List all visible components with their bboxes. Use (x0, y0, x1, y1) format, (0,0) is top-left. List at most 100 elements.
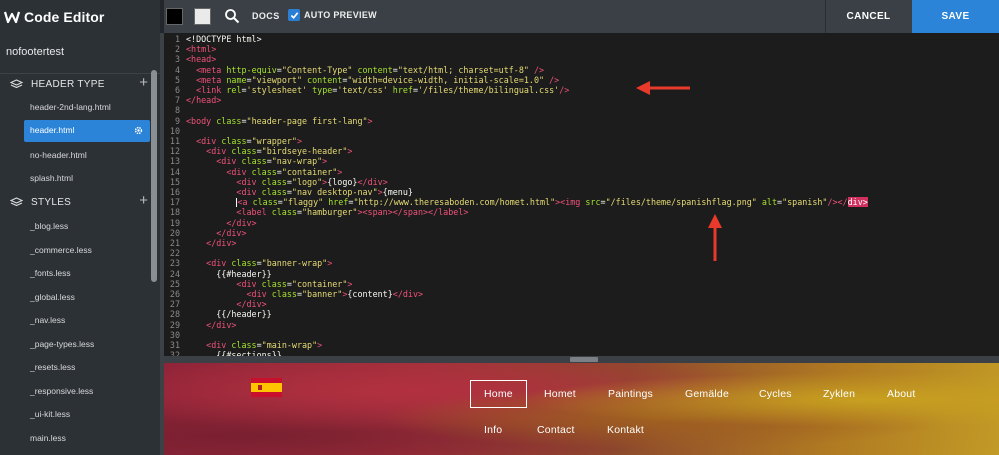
code-editor[interactable]: 1 <!DOCTYPE html> 2 <html> 3 <head> 4 <meta ht… (164, 33, 999, 356)
code-line[interactable]: 10 (164, 126, 868, 136)
file-item[interactable]: _responsive.less (30, 386, 93, 396)
code-line[interactable]: 29 </div> (164, 320, 868, 330)
file-item-active[interactable]: header.html (24, 120, 150, 142)
code-token: class (251, 166, 277, 177)
code-line[interactable]: 31 <div class="main-wrap"> (164, 340, 868, 350)
spanish-flag-icon[interactable] (251, 378, 282, 397)
sidebar-scrollbar[interactable] (151, 70, 157, 282)
file-item[interactable]: _ui-kit.less (30, 409, 70, 419)
file-item[interactable]: _blog.less (30, 221, 68, 231)
nav-gemalde[interactable]: Gemälde (685, 388, 729, 400)
code-line[interactable]: 9 <body class="header-page first-lang"> (164, 116, 868, 126)
file-item[interactable]: _nav.less (30, 315, 65, 325)
code-token: <link (196, 85, 227, 96)
code-token: "container" (291, 278, 348, 289)
code-line[interactable]: 7 </head> (164, 95, 868, 105)
code-line[interactable]: 1 <!DOCTYPE html> (164, 34, 868, 44)
cancel-button[interactable]: CANCEL (825, 0, 911, 33)
add-header-type-icon[interactable]: + (139, 74, 148, 91)
file-item[interactable]: no-header.html (30, 150, 87, 160)
code-line[interactable]: 20 </div> (164, 228, 868, 238)
section-header-type[interactable]: HEADER TYPE + (10, 74, 148, 92)
weebly-logo-icon (4, 11, 20, 23)
toolbar-divider (160, 0, 164, 33)
nav-zyklen[interactable]: Zyklen (823, 388, 855, 400)
code-line[interactable]: 26 <div class="banner">{content}</div> (164, 289, 868, 299)
file-item[interactable]: _page-types.less (30, 339, 94, 349)
preview-splitter[interactable] (164, 356, 999, 363)
code-lines[interactable]: 1 <!DOCTYPE html> 2 <html> 3 <head> 4 <meta ht… (164, 34, 868, 356)
code-line[interactable]: 8 (164, 105, 868, 115)
code-line[interactable]: 12 <div class="birdseye-header"> (164, 146, 868, 156)
nav-contact[interactable]: Contact (537, 424, 575, 436)
code-line[interactable]: 28 {{/header}} (164, 309, 868, 319)
code-line[interactable]: 22 (164, 248, 868, 258)
auto-preview-checkbox[interactable] (288, 9, 300, 21)
code-line[interactable]: 13 <div class="nav-wrap"> (164, 156, 868, 166)
code-line[interactable]: 27 </div> (164, 299, 868, 309)
code-line[interactable]: 5 <meta name="viewport" content="width=d… (164, 75, 868, 85)
line-number: 22 (169, 248, 180, 259)
splitter-grip[interactable] (570, 357, 598, 362)
code-line[interactable]: 14 <div class="container"> (164, 167, 868, 177)
code-line[interactable]: 6 <link rel='stylesheet' type='text/css'… (164, 85, 868, 95)
file-item[interactable]: _global.less (30, 292, 75, 302)
code-token: "viewport" (251, 74, 302, 85)
code-line[interactable]: 3 <head> (164, 54, 868, 64)
save-button[interactable]: SAVE (912, 0, 999, 33)
code-line[interactable]: 30 (164, 330, 868, 340)
code-line[interactable]: 24 {{#header}} (164, 269, 868, 279)
nav-paintings[interactable]: Paintings (608, 388, 653, 400)
docs-link[interactable]: DOCS (252, 11, 280, 21)
code-token: "main-wrap" (261, 340, 318, 351)
code-line[interactable]: 4 <meta http-equiv="Content-Type" conten… (164, 65, 868, 75)
code-line[interactable]: 18 <label class="hamburger"><span></span… (164, 207, 868, 217)
code-line[interactable]: 16 <div class="nav desktop-nav">{menu} (164, 187, 868, 197)
code-token: "hamburger" (301, 207, 358, 218)
code-line[interactable]: 15 <div class="logo">{logo}</div> (164, 177, 868, 187)
file-item[interactable]: splash.html (30, 173, 73, 183)
code-token: "Content-Type" (281, 64, 353, 75)
gear-icon[interactable] (133, 125, 144, 136)
file-item[interactable]: _resets.less (30, 362, 75, 372)
add-style-icon[interactable]: + (139, 192, 148, 209)
file-item[interactable]: _fonts.less (30, 268, 71, 278)
code-token: <div (236, 278, 262, 289)
layers-icon (10, 196, 23, 206)
code-line[interactable]: 21 </div> (164, 238, 868, 248)
file-item[interactable]: header-2nd-lang.html (30, 102, 111, 112)
nav-kontakt[interactable]: Kontakt (607, 424, 644, 436)
nav-home[interactable]: Home (470, 380, 527, 408)
line-number: 14 (169, 166, 180, 177)
code-line[interactable]: 23 <div class="banner-wrap"> (164, 258, 868, 268)
nav-cycles[interactable]: Cycles (759, 388, 792, 400)
code-token: "wrapper" (251, 136, 297, 147)
code-line[interactable]: 17 <a class="flaggy" href="http://www.th… (164, 197, 868, 208)
file-item[interactable]: _commerce.less (30, 245, 92, 255)
light-theme-swatch[interactable] (194, 8, 211, 25)
code-line[interactable]: 2 <html> (164, 44, 868, 54)
code-token: rel (226, 85, 242, 96)
line-number: 10 (169, 125, 180, 136)
code-line[interactable]: 11 <div class="wrapper"> (164, 136, 868, 146)
code-token: {{/header}} (186, 309, 272, 320)
search-icon[interactable] (224, 8, 240, 24)
code-token: class (221, 136, 247, 147)
code-line[interactable]: 25 <div class="container"> (164, 279, 868, 289)
code-line[interactable]: 19 </div> (164, 218, 868, 228)
file-item[interactable]: main.less (30, 433, 66, 443)
code-token: "text/html; charset=utf-8" (397, 64, 529, 75)
section-styles[interactable]: STYLES + (10, 192, 148, 210)
dark-theme-swatch[interactable] (166, 8, 183, 25)
nav-homet[interactable]: Homet (544, 388, 576, 400)
nav-info[interactable]: Info (484, 424, 502, 436)
code-token: /> (533, 64, 545, 75)
auto-preview-toggle[interactable]: AUTO PREVIEW (288, 9, 377, 21)
nav-about[interactable]: About (887, 388, 915, 400)
code-token: </div> (206, 319, 237, 330)
auto-preview-label: AUTO PREVIEW (304, 10, 377, 20)
code-token: "/files/theme/spanishflag.png" (605, 197, 757, 208)
